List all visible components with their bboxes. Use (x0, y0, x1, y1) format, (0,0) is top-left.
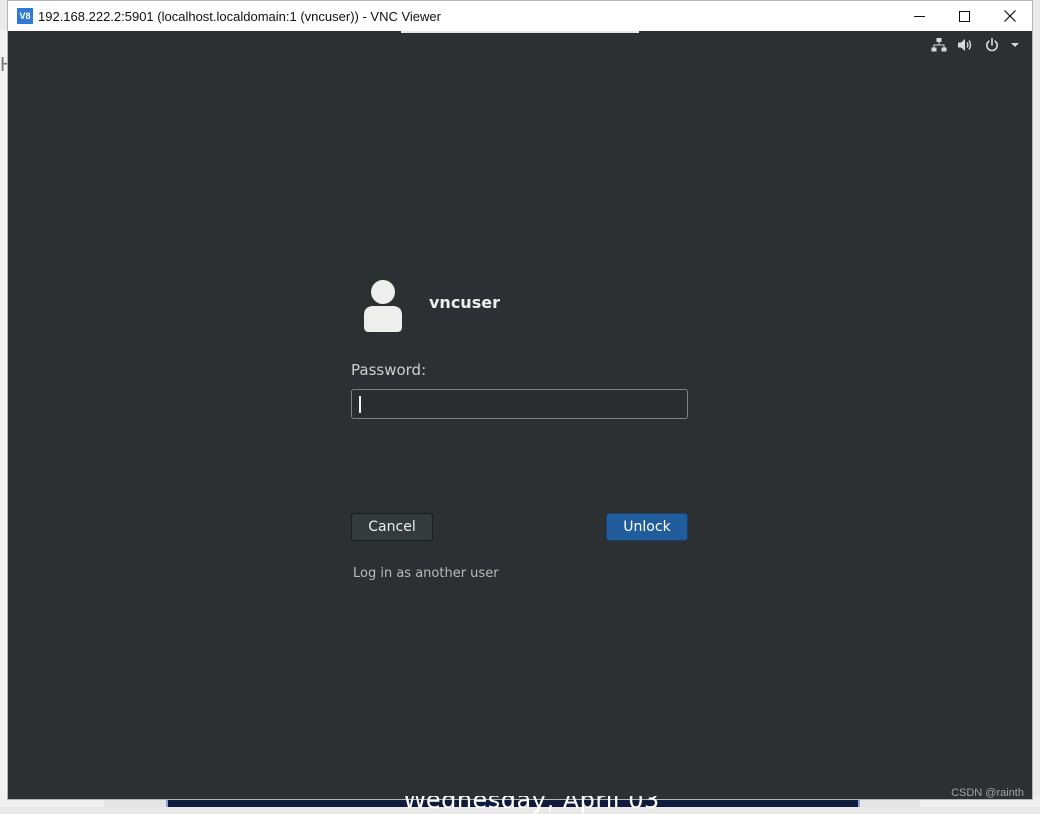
close-button[interactable] (987, 1, 1032, 31)
maximize-button[interactable] (942, 1, 987, 31)
close-icon (1003, 10, 1016, 22)
top-bar-indicator (401, 31, 639, 33)
network-icon[interactable] (931, 37, 947, 53)
remote-desktop-screen: vncuser Password: Cancel Unlock Log in a… (8, 31, 1032, 799)
unlock-button[interactable]: Unlock (606, 513, 688, 541)
window-title: 192.168.222.2:5901 (localhost.localdomai… (38, 8, 441, 24)
vnc-app-icon: V8 (17, 8, 33, 24)
user-avatar-icon (364, 280, 402, 332)
power-icon[interactable] (984, 37, 1000, 53)
maximize-icon (959, 10, 970, 22)
system-tray (931, 37, 1020, 53)
log-in-as-another-user-link[interactable]: Log in as another user (353, 566, 499, 581)
minimize-button[interactable] (897, 1, 942, 31)
volume-icon[interactable] (957, 37, 974, 53)
text-caret (359, 396, 361, 413)
cancel-button[interactable]: Cancel (351, 513, 433, 541)
window-controls (897, 1, 1032, 31)
chevron-down-icon[interactable] (1010, 37, 1020, 53)
minimize-icon (914, 15, 925, 17)
password-input[interactable] (351, 389, 688, 419)
vnc-viewer-window: V8 192.168.222.2:5901 (localhost.localdo… (7, 0, 1033, 800)
window-titlebar[interactable]: V8 192.168.222.2:5901 (localhost.localdo… (8, 1, 1032, 31)
password-label: Password: (351, 361, 427, 379)
watermark: CSDN @rainth (951, 787, 1024, 799)
username-label: vncuser (429, 293, 500, 312)
